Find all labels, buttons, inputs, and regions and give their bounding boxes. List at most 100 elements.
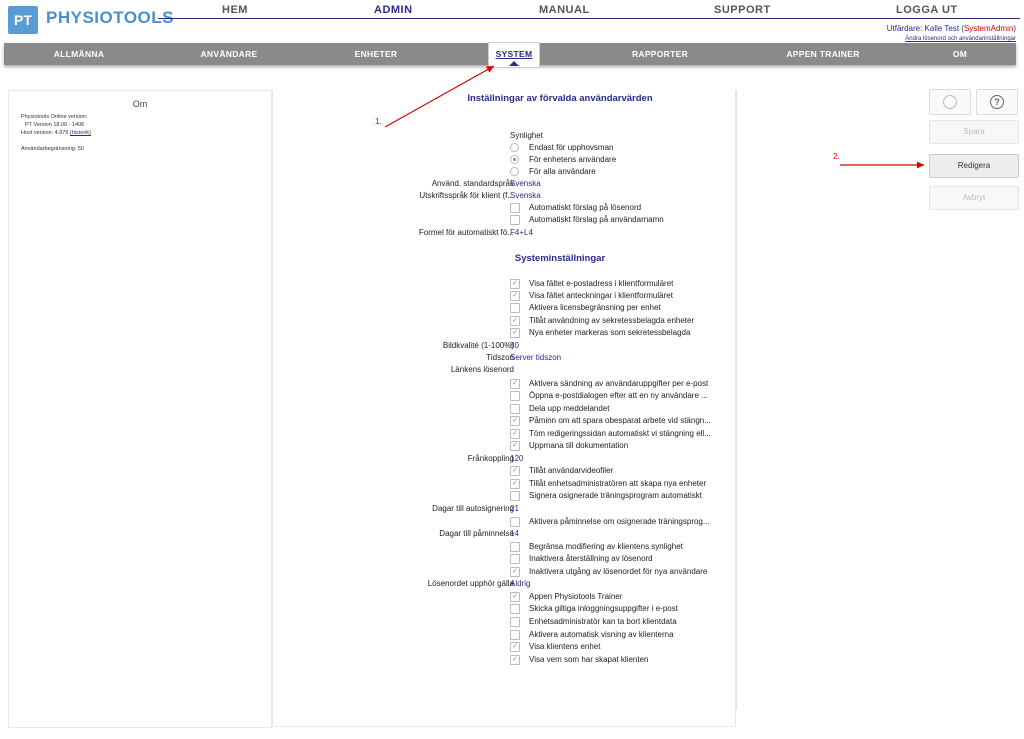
nav-logga-ut[interactable]: LOGGA UT — [896, 4, 958, 16]
disconnect-label: Frånkoppling — [467, 454, 514, 463]
system-settings-title: Systeminställningar — [514, 253, 606, 264]
radio-icon[interactable] — [510, 143, 519, 152]
check-label: Begränsa modifiering av klientens synlig… — [529, 542, 683, 551]
user-prefix: Utfärdare: Kalle Test ( — [886, 24, 964, 33]
formula-label: Formel för automatiskt fö... — [418, 228, 514, 237]
password-expire-value[interactable]: Aldrig — [510, 579, 530, 589]
checkbox-checked-icon[interactable]: ✓ — [510, 316, 520, 326]
nav-manual[interactable]: MANUAL — [539, 4, 590, 16]
link-password-label: Länkens lösenord — [450, 365, 514, 374]
about-text: Physiotools Online version: PT Version 1… — [21, 113, 91, 153]
checkbox-checked-icon[interactable]: ✓ — [510, 567, 520, 577]
annotation-2: 2. — [833, 152, 840, 161]
help-button[interactable]: ? — [976, 89, 1018, 115]
checkbox-icon[interactable] — [510, 630, 520, 640]
host-version: Host version: 4.976 — [21, 130, 69, 136]
print-language-value[interactable]: Svenska — [510, 191, 541, 201]
timezone-value[interactable]: Server tidszon — [510, 353, 561, 363]
menu-enheter[interactable]: ENHETER — [326, 43, 426, 65]
checkbox-icon[interactable] — [510, 554, 520, 564]
password-expire-label: Lösenordet upphör gälla — [427, 579, 514, 588]
check-label: Nya enheter markeras som sekretessbelagd… — [529, 328, 691, 337]
checkbox-icon[interactable] — [510, 391, 520, 401]
check-label: Visa fältet anteckningar i klientformulä… — [529, 291, 673, 300]
save-button[interactable]: Spara — [929, 120, 1019, 144]
about-title: Om — [132, 99, 148, 109]
checkbox-checked-icon[interactable]: ✓ — [510, 429, 520, 439]
checkbox-checked-icon[interactable]: ✓ — [510, 416, 520, 426]
menu-rapporter[interactable]: RAPPORTER — [610, 43, 710, 65]
user-suffix: ) — [1013, 24, 1016, 33]
checkbox-checked-icon[interactable]: ✓ — [510, 642, 520, 652]
checkbox-checked-icon[interactable]: ✓ — [510, 592, 520, 602]
image-quality-value[interactable]: 80 — [510, 341, 519, 351]
checkbox-checked-icon[interactable]: ✓ — [510, 479, 520, 489]
check-label: Öppna e-postdialogen efter att en ny anv… — [529, 391, 708, 400]
user-issuer[interactable]: Utfärdare: Kalle Test (SystemAdmin) — [887, 24, 1016, 34]
visibility-option-3-label: För alla användare — [529, 167, 596, 176]
about-panel: Om Physiotools Online version: PT Versio… — [8, 90, 272, 728]
menu-allmanna[interactable]: ALLMÄNNA — [24, 43, 134, 65]
checkbox-icon[interactable] — [510, 404, 520, 414]
print-language-label: Utskriftsspråk för klient (f... — [419, 191, 514, 200]
active-caret-icon — [509, 61, 519, 66]
user-role: SystemAdmin — [963, 24, 1014, 33]
checkbox-icon[interactable] — [510, 617, 520, 627]
cancel-button[interactable]: Avbryt — [929, 186, 1019, 210]
check-label: Visa vem som har skapat klienten — [529, 655, 649, 664]
edit-button[interactable]: Redigera — [929, 154, 1019, 178]
checkbox-checked-icon[interactable]: ✓ — [510, 379, 520, 389]
checkbox-checked-icon[interactable]: ✓ — [510, 291, 520, 301]
nav-admin[interactable]: ADMIN — [374, 4, 413, 16]
reminder-days-label: Dagar till påminnelse — [439, 529, 514, 538]
checkbox-icon[interactable] — [510, 517, 520, 527]
auto-username-label: Automatiskt förslag på användarnamn — [529, 215, 664, 224]
default-language-label: Använd. standardspråk — [431, 179, 514, 188]
default-user-values-title: Inställningar av förvalda användarvärden — [467, 93, 653, 104]
checkbox-icon[interactable] — [510, 203, 520, 213]
autosign-days-value[interactable]: 21 — [510, 504, 519, 514]
annotation-1: 1. — [375, 117, 382, 126]
check-label: Tillåt användning av sekretessbelagda en… — [529, 316, 695, 325]
panel-divider — [736, 90, 737, 710]
formula-value[interactable]: F4+L4 — [510, 228, 533, 238]
check-label: Tillåt användarvideofiler — [529, 466, 614, 475]
auto-password-label: Automatiskt förslag på lösenord — [529, 203, 642, 212]
visibility-label: Synlighet — [510, 131, 543, 140]
top-bar: PT PHYSIOTOOLS HEM ADMIN MANUAL SUPPORT … — [0, 0, 1024, 42]
autosign-days-label: Dagar till autosignering — [432, 504, 514, 513]
history-link[interactable]: (historik) — [70, 130, 91, 136]
radio-icon[interactable] — [510, 167, 519, 176]
menu-anvandare[interactable]: ANVÄNDARE — [174, 43, 284, 65]
disconnect-value[interactable]: 120 — [510, 454, 523, 464]
nav-support[interactable]: SUPPORT — [714, 4, 771, 16]
nav-hem[interactable]: HEM — [222, 4, 248, 16]
menu-om[interactable]: OM — [926, 43, 994, 65]
checkbox-icon[interactable] — [510, 215, 520, 225]
visibility-option-2-label: För enhetens användare — [529, 155, 617, 164]
checkbox-checked-icon[interactable]: ✓ — [510, 655, 520, 665]
checkbox-checked-icon[interactable]: ✓ — [510, 466, 520, 476]
menu-system[interactable]: SYSTEM — [488, 42, 540, 68]
check-label: Tillåt enhetsadministratören att skapa n… — [529, 479, 707, 488]
check-label: Påminn om att spara obesparat arbete vid… — [529, 416, 711, 425]
pt-version: PT Version 18.00 - 1406 — [25, 122, 85, 128]
checkbox-checked-icon[interactable]: ✓ — [510, 328, 520, 338]
checkbox-icon[interactable] — [510, 303, 520, 313]
admin-menu-bar: ALLMÄNNA ANVÄNDARE ENHETER SYSTEM RAPPOR… — [4, 42, 1016, 68]
default-language-value[interactable]: Svenska — [510, 179, 541, 189]
checkbox-icon[interactable] — [510, 604, 520, 614]
settings-button[interactable] — [929, 89, 971, 115]
checkbox-checked-icon[interactable]: ✓ — [510, 279, 520, 289]
physiotools-logo[interactable]: PT — [8, 6, 38, 34]
check-label: Aktivera automatisk visning av klientern… — [529, 630, 674, 639]
check-label: Aktivera licensbegränsning per enhet — [529, 303, 661, 312]
checkbox-checked-icon[interactable]: ✓ — [510, 441, 520, 451]
checkbox-icon[interactable] — [510, 542, 520, 552]
check-label: Uppmana till dokumentation — [529, 441, 629, 450]
menu-appen-trainer[interactable]: APPEN TRAINER — [768, 43, 878, 65]
checkbox-icon[interactable] — [510, 491, 520, 501]
menu-system-label: SYSTEM — [495, 49, 533, 59]
radio-selected-icon[interactable] — [510, 155, 519, 164]
reminder-days-value[interactable]: 14 — [510, 529, 519, 539]
